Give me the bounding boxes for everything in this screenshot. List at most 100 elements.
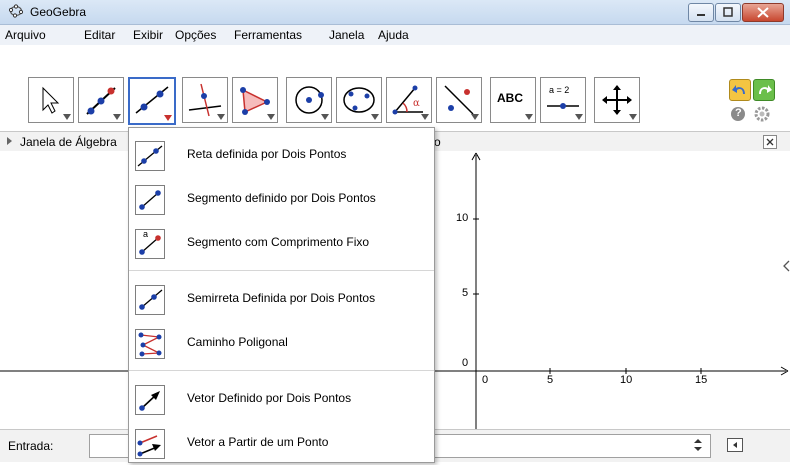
menu-item-label: Vetor a Partir de um Ponto: [187, 435, 329, 449]
chevron-down-icon: [629, 114, 637, 120]
menu-bar: Arquivo Editar Exibir Opções Ferramentas…: [0, 25, 790, 45]
point-tool-icon: [86, 87, 116, 115]
circle-tool-button[interactable]: [286, 77, 332, 123]
chevron-down-icon: [267, 114, 275, 120]
chevron-down-icon: [164, 115, 172, 121]
move-tool-icon: [42, 86, 60, 114]
angle-tool-button[interactable]: α: [386, 77, 432, 123]
close-button[interactable]: [742, 3, 784, 22]
menu-item-label: Segmento com Comprimento Fixo: [187, 235, 370, 249]
chevron-down-icon: [321, 114, 329, 120]
text-tool-button[interactable]: ABC: [490, 77, 536, 123]
menu-item-label: Semirreta Definida por Dois Pontos: [187, 291, 376, 305]
menu-ferramentas[interactable]: Ferramentas: [234, 28, 302, 42]
settings-button[interactable]: [753, 105, 771, 123]
menu-item-ray-two-points[interactable]: Semirreta Definida por Dois Pontos: [129, 277, 434, 321]
close-view-button[interactable]: [763, 135, 777, 149]
menu-janela[interactable]: Janela: [329, 28, 364, 42]
geogebra-logo-icon: [9, 4, 23, 18]
gear-icon: [754, 106, 770, 122]
menu-item-line-through-two-points[interactable]: Reta definida por Dois Pontos: [129, 133, 434, 177]
x-tick-label: 5: [547, 374, 554, 386]
line-icon: [135, 141, 165, 171]
menu-arquivo[interactable]: Arquivo: [5, 28, 46, 42]
menu-opcoes[interactable]: Opções: [175, 28, 216, 42]
y-tick-label: 10: [456, 212, 469, 224]
menu-separator: [129, 370, 434, 371]
ray-icon: [135, 285, 165, 315]
svg-text:α: α: [413, 98, 420, 109]
vector-icon: [135, 385, 165, 415]
fixed-length-label: a: [143, 229, 149, 239]
segment-icon: [135, 185, 165, 215]
input-help-button[interactable]: [727, 438, 743, 452]
text-tool-icon: ABC: [497, 91, 523, 105]
graphics-view-title-fragment: o: [434, 135, 441, 149]
perpendicular-line-tool-icon: [188, 83, 222, 117]
minimize-button[interactable]: [688, 3, 714, 22]
conic-tool-icon: [343, 87, 375, 113]
chevron-down-icon: [113, 114, 121, 120]
menu-separator: [129, 270, 434, 271]
minimize-icon: [697, 14, 705, 16]
fixed-segment-icon: [135, 229, 165, 259]
menu-item-segment-fixed-length[interactable]: a Segmento com Comprimento Fixo: [129, 221, 434, 265]
reflect-tool-button[interactable]: [436, 77, 482, 123]
maximize-icon: [723, 7, 733, 17]
y-tick-label: 0: [462, 357, 469, 369]
algebra-view-title: Janela de Álgebra: [20, 135, 117, 149]
chevron-down-icon: [471, 114, 479, 120]
chevron-down-icon: [371, 114, 379, 120]
help-icon: ?: [735, 107, 742, 119]
slider-tool-button[interactable]: a = 2: [540, 77, 586, 123]
menu-exibir[interactable]: Exibir: [133, 28, 163, 42]
sort-arrows-icon[interactable]: [693, 438, 703, 452]
title-bar: GeoGebra: [0, 0, 790, 25]
undo-icon: [732, 85, 745, 94]
chevron-down-icon: [575, 114, 583, 120]
perpendicular-line-tool-button[interactable]: [182, 77, 228, 123]
menu-item-vector-two-points[interactable]: Vetor Definido por Dois Pontos: [129, 377, 434, 421]
menu-item-label: Segmento definido por Dois Pontos: [187, 191, 376, 205]
toolbar: α ABC a = 2 ?: [0, 45, 790, 131]
line-tool-icon: [135, 86, 169, 114]
conic-tool-button[interactable]: [336, 77, 382, 123]
x-tick-label: 15: [695, 374, 708, 386]
undo-button[interactable]: [729, 79, 751, 101]
menu-item-segment-two-points[interactable]: Segmento definido por Dois Pontos: [129, 177, 434, 221]
point-tool-button[interactable]: [78, 77, 124, 123]
maximize-button[interactable]: [715, 3, 741, 22]
chevron-down-icon: [63, 114, 71, 120]
circle-tool-icon: [295, 86, 324, 114]
left-arrow-icon: [733, 442, 737, 448]
menu-ajuda[interactable]: Ajuda: [378, 28, 409, 42]
input-label: Entrada:: [8, 439, 54, 453]
window-title: GeoGebra: [30, 5, 87, 19]
close-icon: [757, 7, 769, 18]
line-tool-button[interactable]: [128, 77, 176, 125]
chevron-down-icon: [421, 114, 429, 120]
polygon-tool-button[interactable]: [232, 77, 278, 123]
x-tick-label: 0: [482, 374, 489, 386]
polyline-icon: [135, 329, 165, 359]
move-view-tool-icon: [602, 85, 632, 115]
angle-tool-icon: α: [392, 85, 423, 115]
move-view-tool-button[interactable]: [594, 77, 640, 123]
redo-button[interactable]: [753, 79, 775, 101]
x-tick-label: 10: [620, 374, 633, 386]
menu-item-vector-from-point[interactable]: Vetor a Partir de um Ponto: [129, 421, 434, 465]
chevron-down-icon: [525, 114, 533, 120]
chevron-down-icon: [217, 114, 225, 120]
vector-from-point-icon: [135, 429, 165, 459]
expand-arrow-icon[interactable]: [6, 136, 14, 146]
redo-icon: [759, 85, 772, 94]
line-tools-dropdown: Reta definida por Dois Pontos Segmento d…: [128, 127, 435, 463]
menu-item-label: Caminho Poligonal: [187, 335, 288, 349]
menu-item-polyline[interactable]: Caminho Poligonal: [129, 321, 434, 365]
move-tool-button[interactable]: [28, 77, 74, 123]
menu-item-label: Reta definida por Dois Pontos: [187, 147, 347, 161]
menu-editar[interactable]: Editar: [84, 28, 115, 42]
help-button[interactable]: ?: [731, 107, 745, 121]
slider-tool-icon: [547, 103, 579, 109]
collapse-panel-icon[interactable]: [782, 260, 790, 272]
